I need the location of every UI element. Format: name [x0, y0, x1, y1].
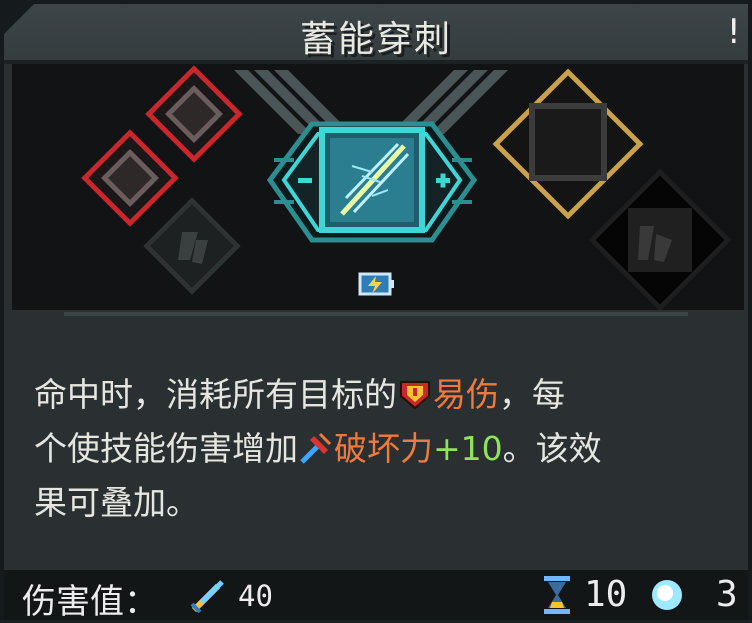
keyword-destruction[interactable]: 破坏力: [334, 429, 433, 468]
skill-card: 蓄能穿刺 ! 命中时，消耗所有目标的 易伤，每 个使技能伤害增加 破坏力+10。…: [0, 0, 752, 622]
locked-node-left[interactable]: [81, 129, 179, 227]
selected-skill-frame[interactable]: [266, 121, 478, 243]
desc-line3: 果可叠加。: [34, 483, 199, 522]
cost-value: 3: [716, 574, 738, 615]
skill-tree-svg: [81, 65, 732, 310]
locked-node-dark[interactable]: [588, 168, 732, 310]
hourglass-icon: [544, 576, 570, 614]
damage-value: 40: [238, 579, 273, 613]
orb-icon: [652, 580, 682, 610]
sword-icon: [190, 580, 224, 614]
damage-label: 伤害值：: [22, 582, 158, 622]
desc-line2-prefix: 个使技能伤害增加: [34, 429, 298, 468]
desc-line1-suffix: ，每: [499, 375, 565, 414]
cooldown-value: 10: [584, 574, 628, 615]
keyword-vulnerable[interactable]: 易伤: [433, 375, 499, 414]
hammer-icon: [300, 432, 332, 464]
stats-footer: 伤害值： 40 10 3: [4, 570, 748, 622]
shield-icon: [400, 381, 430, 410]
locked-node-bottom[interactable]: [143, 197, 241, 295]
upgrade-node-gold[interactable]: [492, 68, 644, 220]
locked-node-top[interactable]: [145, 65, 243, 163]
skill-tree-art: [12, 64, 744, 310]
desc-line2-suffix: 。该效: [502, 429, 602, 468]
skill-description: 命中时，消耗所有目标的 易伤，每 个使技能伤害增加 破坏力+10。该效 果可叠加…: [34, 368, 734, 530]
art-divider: [64, 312, 688, 316]
title-bar: 蓄能穿刺 !: [4, 4, 748, 64]
alert-mark[interactable]: !: [724, 12, 744, 52]
battery-lightning-icon: [358, 272, 394, 296]
desc-line1-prefix: 命中时，消耗所有目标的: [34, 375, 397, 414]
destruction-bonus: +10: [433, 429, 503, 468]
skill-title: 蓄能穿刺: [299, 19, 452, 60]
